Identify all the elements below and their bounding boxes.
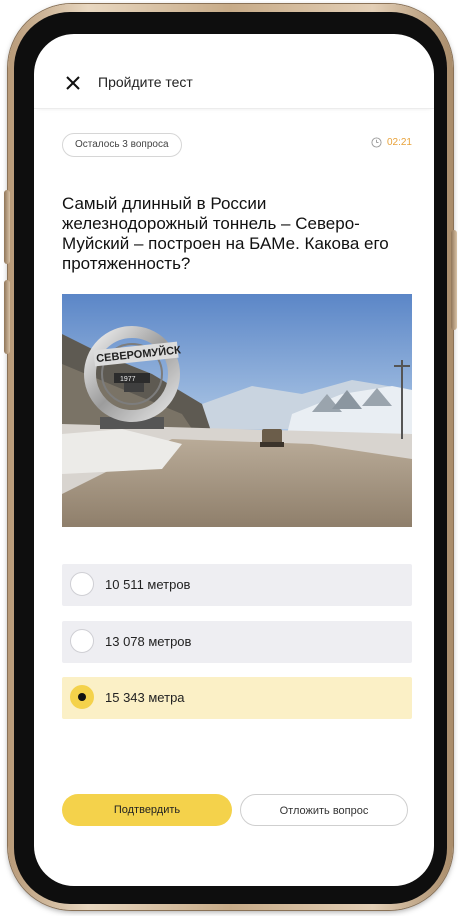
close-icon bbox=[66, 76, 80, 90]
question-text: Самый длинный в России железнодорожный т… bbox=[62, 194, 389, 273]
volume-up-button bbox=[4, 190, 10, 264]
radio-button[interactable] bbox=[70, 572, 94, 596]
answer-option-3[interactable]: 15 343 метра bbox=[62, 677, 412, 719]
defer-question-button[interactable]: Отложить вопрос bbox=[240, 794, 408, 826]
confirm-button[interactable]: Подтвердить bbox=[62, 794, 232, 826]
timer: 02:21 bbox=[371, 137, 412, 148]
header-bar: Пройдите тест bbox=[34, 58, 434, 109]
close-button[interactable] bbox=[62, 72, 84, 94]
volume-down-button bbox=[4, 280, 10, 354]
answer-label: 13 078 метров bbox=[105, 634, 192, 649]
radio-dot-icon bbox=[78, 693, 86, 701]
timer-value: 02:21 bbox=[386, 137, 412, 148]
clock-icon bbox=[371, 137, 382, 148]
radio-button-selected[interactable] bbox=[70, 685, 94, 709]
answer-label: 15 343 метра bbox=[105, 690, 185, 705]
question-image: 1977 СЕВЕРОМУЙСК bbox=[62, 294, 412, 527]
radio-button[interactable] bbox=[70, 629, 94, 653]
answer-option-2[interactable]: 13 078 метров bbox=[62, 621, 412, 663]
power-button bbox=[451, 230, 457, 330]
monument-year: 1977 bbox=[120, 376, 136, 383]
answer-label: 10 511 метров bbox=[105, 577, 191, 592]
page-title: Пройдите тест bbox=[98, 74, 193, 90]
remaining-questions-badge: Осталось 3 вопроса bbox=[62, 133, 182, 157]
answer-option-1[interactable]: 10 511 метров bbox=[62, 564, 412, 606]
app-screen: Пройдите тест Осталось 3 вопроса 02:21 С… bbox=[34, 34, 434, 886]
